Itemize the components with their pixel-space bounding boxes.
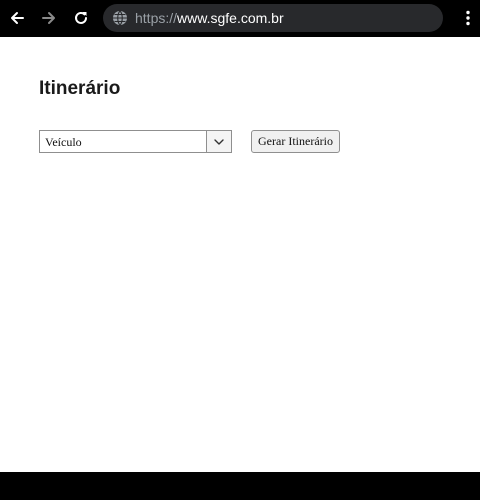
bottom-bar bbox=[0, 472, 480, 500]
arrow-right-icon bbox=[42, 12, 55, 24]
back-button[interactable] bbox=[5, 6, 29, 30]
vehicle-select[interactable]: Veículo bbox=[39, 130, 232, 153]
reload-icon bbox=[75, 11, 87, 24]
browser-toolbar: https://www.sgfe.com.br bbox=[0, 0, 480, 37]
forward-button[interactable] bbox=[37, 6, 61, 30]
chevron-down-icon bbox=[214, 138, 224, 145]
page-content: Itinerário Veículo Gerar Itinerário bbox=[0, 37, 480, 472]
globe-icon[interactable] bbox=[112, 10, 128, 26]
menu-button[interactable] bbox=[460, 6, 476, 30]
url-host: www.sgfe.com.br bbox=[177, 10, 284, 26]
url-text[interactable]: https://www.sgfe.com.br bbox=[135, 10, 284, 26]
select-arrow-button[interactable] bbox=[206, 131, 231, 152]
reload-button[interactable] bbox=[69, 6, 93, 30]
address-bar[interactable]: https://www.sgfe.com.br bbox=[103, 4, 443, 32]
page-title: Itinerário bbox=[39, 78, 121, 99]
arrow-left-icon bbox=[11, 12, 24, 24]
url-scheme: https:// bbox=[135, 10, 178, 26]
kebab-menu-icon bbox=[466, 10, 470, 26]
vehicle-select-value: Veículo bbox=[45, 135, 82, 149]
generate-itinerary-button[interactable]: Gerar Itinerário bbox=[251, 130, 340, 153]
